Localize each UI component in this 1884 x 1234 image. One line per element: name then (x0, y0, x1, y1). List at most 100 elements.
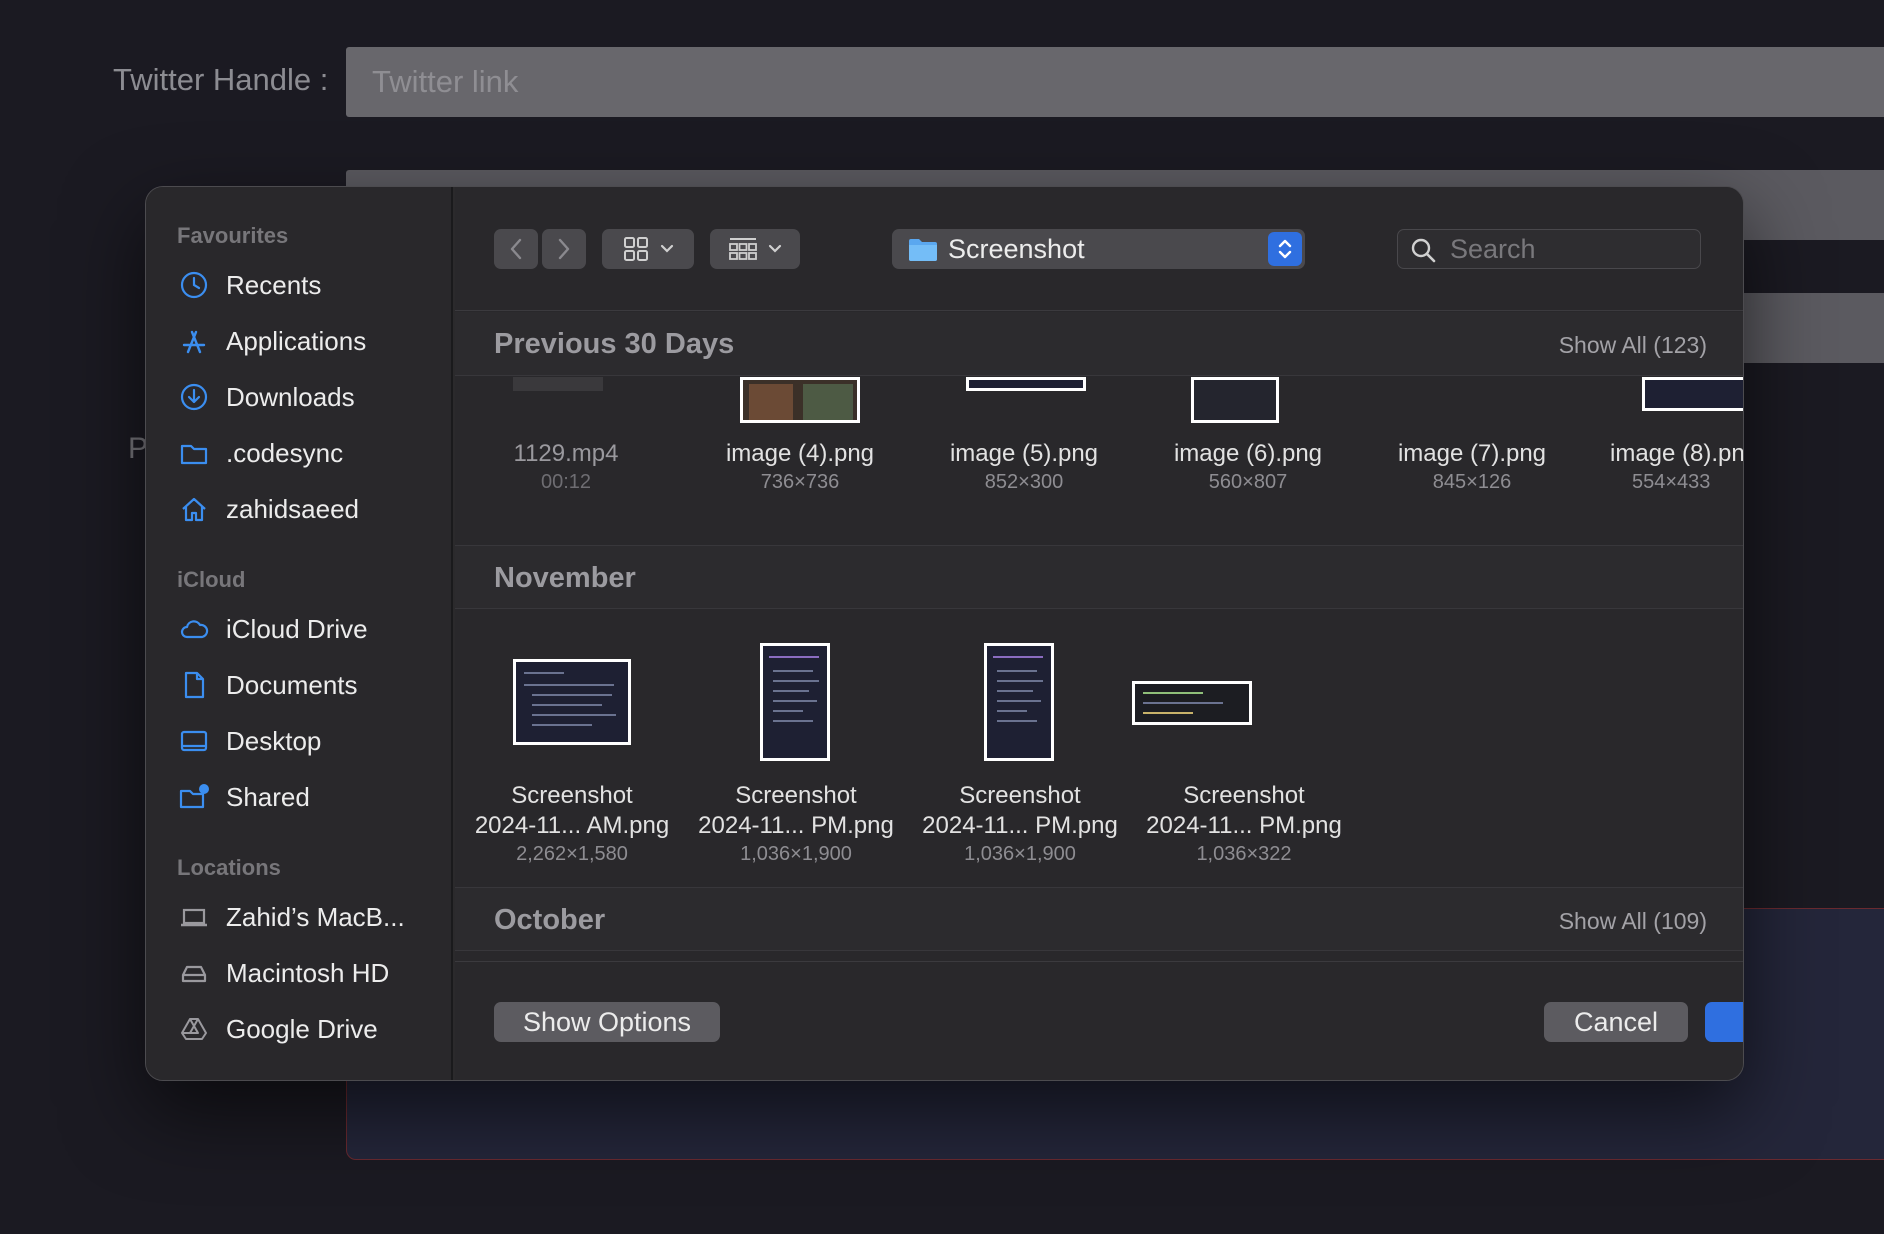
sidebar-item-shared[interactable]: Shared (178, 775, 438, 819)
twitter-handle-label: Twitter Handle : (113, 62, 329, 97)
chevron-down-icon (768, 244, 782, 253)
section-title: Previous 30 Days (494, 328, 735, 360)
file-meta: 560×807 (1208, 471, 1288, 493)
locations-header: Locations (177, 855, 281, 880)
folder-icon (178, 437, 210, 469)
cancel-button[interactable]: Cancel (1544, 1002, 1688, 1042)
show-all-button[interactable]: Show All (109) (1559, 908, 1707, 935)
file-meta: 554×433 (1632, 471, 1711, 493)
file-item[interactable]: image (5).png 852×300 (919, 439, 1129, 494)
desktop-icon (178, 725, 210, 757)
file-item[interactable]: 1129.mp4 00:12 (461, 439, 671, 494)
sidebar-item-desktop[interactable]: Desktop (178, 719, 438, 763)
file-item[interactable]: Screenshot 2024-11... PM.png 1,036×322 (1139, 781, 1349, 866)
file-meta: 2,262×1,580 (516, 843, 628, 865)
location-name: Screenshot (948, 234, 1085, 264)
file-item[interactable]: image (6).png 560×807 (1143, 439, 1353, 494)
sidebar-item-macbook[interactable]: Zahid’s MacB... (178, 895, 438, 939)
file-item[interactable]: Screenshot 2024-11... PM.png 1,036×1,900 (915, 781, 1125, 866)
sidebar-item-recents[interactable]: Recents (178, 263, 438, 307)
file-name: image (8).png (1610, 440, 1744, 467)
sidebar-item-macintosh-hd[interactable]: Macintosh HD (178, 951, 438, 995)
favourites-header: Favourites (177, 223, 289, 248)
sidebar-item-downloads[interactable]: Downloads (178, 375, 438, 419)
dialog-footer: Show Options Cancel Open (455, 961, 1743, 1080)
file-name-line2: 2024-11... PM.png (922, 812, 1118, 839)
section-header-recent: Previous 30 Days Show All (123) (455, 312, 1743, 376)
file-meta: 852×300 (984, 471, 1064, 493)
grid-icon (624, 237, 648, 261)
file-thumbnail[interactable] (513, 659, 631, 745)
sidebar-item-label: zahidsaeed (226, 493, 359, 524)
applications-icon (178, 325, 210, 357)
icloud-header: iCloud (177, 567, 246, 592)
sidebar-item-label: Desktop (226, 725, 322, 756)
clock-icon (178, 269, 210, 301)
file-thumbnail[interactable] (966, 377, 1086, 391)
twitter-link-input[interactable]: Twitter link (346, 47, 1884, 117)
document-icon (178, 669, 210, 701)
file-name: image (4).png (725, 440, 875, 467)
sidebar-item-home[interactable]: zahidsaeed (178, 487, 438, 531)
file-name-line2: 2024-11... AM.png (474, 812, 670, 839)
file-thumbnail[interactable] (1191, 377, 1279, 423)
file-name-line2: 2024-11... PM.png (698, 812, 894, 839)
file-thumbnail[interactable] (1132, 681, 1252, 725)
up-down-chevron-icon (1268, 232, 1302, 266)
file-thumbnail[interactable] (513, 377, 603, 391)
sidebar-item-label: Documents (226, 669, 358, 700)
file-browser: Screenshot Previous 30 Days Show All (12… (455, 187, 1744, 1080)
file-thumbnail[interactable] (1642, 377, 1743, 411)
sidebar-item-label: iCloud Drive (226, 613, 368, 644)
file-thumbnail[interactable] (984, 643, 1054, 761)
chevron-right-icon (558, 238, 570, 260)
sidebar-item-label: Downloads (226, 381, 355, 412)
file-name-line1: Screenshot (959, 782, 1081, 809)
search-icon (1411, 238, 1436, 263)
view-mode-button[interactable] (602, 229, 694, 269)
open-button[interactable]: Open (1705, 1002, 1743, 1042)
sidebar-item-icloud-drive[interactable]: iCloud Drive (178, 607, 438, 651)
file-meta: 1,036×322 (1196, 843, 1292, 865)
sidebar-item-label: Google Drive (226, 1013, 378, 1044)
show-all-button[interactable]: Show All (123) (1559, 332, 1707, 359)
section-header-october: October Show All (109) (455, 887, 1743, 951)
download-icon (178, 381, 210, 413)
location-popup[interactable]: Screenshot (892, 229, 1305, 269)
section-header-november: November (455, 545, 1743, 609)
folder-icon (909, 239, 937, 261)
file-name-line1: Screenshot (511, 782, 633, 809)
disk-icon (178, 957, 210, 989)
file-item[interactable]: image (7).png 845×126 (1367, 439, 1577, 494)
laptop-icon (178, 901, 210, 933)
sidebar-item-applications[interactable]: Applications (178, 319, 438, 363)
group-by-button[interactable] (710, 229, 800, 269)
drive-icon (178, 1013, 210, 1045)
file-thumbnail[interactable] (760, 643, 830, 761)
forward-button[interactable] (542, 229, 586, 269)
section-title: November (494, 562, 636, 594)
sidebar: Favourites Recents Applications Download… (146, 187, 453, 1080)
home-icon (178, 493, 210, 525)
group-grid-icon (729, 238, 757, 260)
file-name: 1129.mp4 (513, 440, 619, 467)
file-name: image (5).png (949, 440, 1099, 467)
search-input[interactable] (1450, 234, 1690, 264)
search-field[interactable] (1397, 229, 1701, 269)
sidebar-item-label: Applications (226, 325, 367, 356)
sidebar-item-label: .codesync (226, 437, 344, 468)
file-item[interactable]: Screenshot 2024-11... AM.png 2,262×1,580 (467, 781, 677, 866)
file-thumbnail[interactable] (740, 377, 860, 423)
chevron-left-icon (510, 238, 522, 260)
file-name: image (6).png (1173, 440, 1323, 467)
file-item[interactable]: image (4).png 736×736 (695, 439, 905, 494)
file-item[interactable]: image (8).png 554×433 (1591, 439, 1744, 494)
file-item[interactable]: Screenshot 2024-11... PM.png 1,036×1,900 (691, 781, 901, 866)
back-button[interactable] (494, 229, 538, 269)
file-meta: 00:12 (540, 471, 592, 493)
file-name-line1: Screenshot (735, 782, 857, 809)
sidebar-item-documents[interactable]: Documents (178, 663, 438, 707)
show-options-button[interactable]: Show Options (494, 1002, 720, 1042)
sidebar-item-google-drive[interactable]: Google Drive (178, 1007, 438, 1051)
sidebar-item-codesync[interactable]: .codesync (178, 431, 438, 475)
